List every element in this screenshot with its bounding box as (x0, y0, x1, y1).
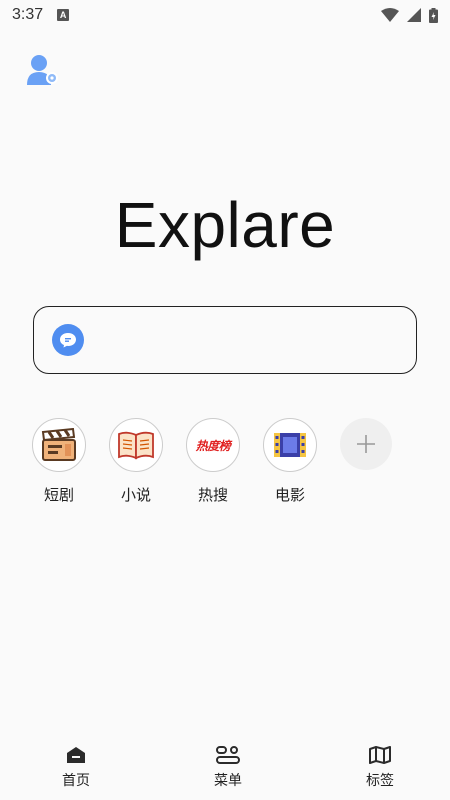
hot-list-badge-text: 热度榜 (195, 438, 231, 453)
user-avatar-icon[interactable] (25, 53, 61, 87)
search-input[interactable] (96, 307, 416, 373)
add-shortcut-button[interactable] (340, 418, 417, 505)
nav-home[interactable]: 首页 (56, 732, 96, 792)
hot-list-icon[interactable]: 热度榜 (186, 418, 240, 472)
shortcut-label: 短剧 (43, 486, 74, 504)
chat-search-icon[interactable] (52, 324, 84, 356)
nav-label: 菜单 (214, 773, 242, 789)
signal-icon (407, 8, 421, 22)
home-icon[interactable] (65, 740, 87, 764)
shortcut-hot-search[interactable]: 热度榜 热搜 (186, 418, 263, 505)
shortcut-movie[interactable]: 电影 (263, 418, 340, 505)
shortcut-label: 电影 (274, 486, 305, 504)
plus-icon[interactable] (340, 418, 392, 470)
clapperboard-icon[interactable] (32, 418, 86, 472)
shortcut-list: 短剧 小说 热度榜 热搜 电影 (32, 418, 417, 505)
search-box[interactable] (33, 306, 417, 374)
shortcut-label: 小说 (120, 486, 151, 504)
film-icon[interactable] (263, 418, 317, 472)
nav-tags[interactable]: 标签 (360, 732, 400, 792)
status-icons (381, 7, 438, 23)
shortcut-label: 热搜 (197, 486, 228, 504)
nav-label: 首页 (62, 773, 90, 789)
map-icon[interactable] (369, 740, 391, 764)
shortcut-short-drama[interactable]: 短剧 (32, 418, 109, 505)
nav-label: 标签 (366, 773, 394, 789)
nav-menu[interactable]: 菜单 (208, 732, 248, 792)
bottom-nav: 首页 菜单 标签 (0, 732, 450, 792)
open-book-icon[interactable] (109, 418, 163, 472)
menu-icon[interactable] (216, 740, 240, 764)
status-indicator-icon: A (57, 9, 70, 21)
wifi-icon (381, 8, 399, 22)
battery-icon (429, 7, 438, 23)
shortcut-novel[interactable]: 小说 (109, 418, 186, 505)
status-time: 3:37 (12, 6, 44, 23)
brand-title: Explare (114, 189, 336, 261)
status-bar: 3:37 A (0, 0, 450, 30)
